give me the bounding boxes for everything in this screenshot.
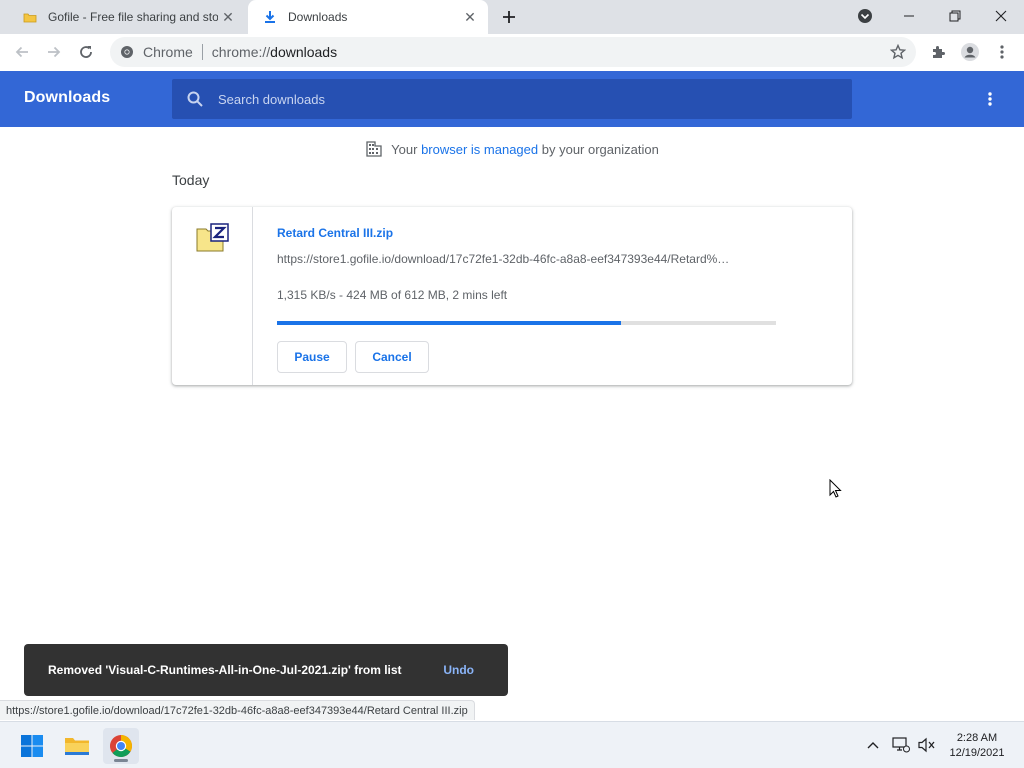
page-title: Downloads xyxy=(24,89,111,106)
address-bar[interactable]: Chrome chrome:// downloads xyxy=(110,37,916,67)
section-label: Today xyxy=(172,172,210,188)
active-app-indicator xyxy=(114,759,128,762)
search-icon xyxy=(187,91,203,107)
tab-title: Gofile - Free file sharing and stor xyxy=(48,10,218,24)
search-placeholder: Search downloads xyxy=(218,91,325,107)
url-scheme: chrome:// xyxy=(211,44,271,60)
network-icon xyxy=(892,737,910,753)
managed-notice: Your browser is managed by your organiza… xyxy=(0,140,1024,158)
volume-button[interactable] xyxy=(916,734,938,756)
chevron-down-circle-icon xyxy=(858,9,872,23)
managed-link[interactable]: browser is managed xyxy=(421,142,538,157)
windows-start-icon xyxy=(21,735,43,757)
close-window-button[interactable] xyxy=(978,0,1024,32)
minimize-button[interactable] xyxy=(886,0,932,32)
vertical-dots-icon xyxy=(988,92,992,106)
building-icon xyxy=(366,141,382,157)
url-host: downloads xyxy=(270,44,338,60)
tab-downloads[interactable]: Downloads ✕ xyxy=(248,0,488,34)
managed-prefix: Your xyxy=(391,141,418,157)
download-status: 1,315 KB/s - 424 MB of 612 MB, 2 mins le… xyxy=(277,288,508,302)
forward-button[interactable] xyxy=(40,38,68,66)
bookmark-button[interactable] xyxy=(884,38,912,66)
restore-icon xyxy=(949,10,961,22)
downloads-header: Downloads Search downloads xyxy=(0,71,1024,127)
chevron-up-icon xyxy=(867,742,879,749)
tab-gofile[interactable]: Gofile - Free file sharing and stor ✕ xyxy=(8,0,246,34)
browser-toolbar: Chrome chrome:// downloads xyxy=(0,34,1024,71)
omnibox-divider xyxy=(201,44,203,60)
mouse-cursor-icon xyxy=(829,479,842,498)
clock-date: 12/19/2021 xyxy=(949,747,1005,759)
close-tab-icon[interactable]: ✕ xyxy=(460,7,480,27)
download-source-url[interactable]: https://store1.gofile.io/download/17c72f… xyxy=(277,252,777,266)
download-icon xyxy=(262,9,278,25)
gofile-folder-icon xyxy=(22,9,38,25)
close-icon xyxy=(995,10,1007,22)
cancel-button[interactable]: Cancel xyxy=(355,341,429,373)
chrome-menu-button[interactable] xyxy=(988,38,1016,66)
avatar-icon xyxy=(961,43,979,61)
omnibox-chip: Chrome xyxy=(143,44,193,60)
clock-time: 2:28 AM xyxy=(956,732,998,744)
undo-button[interactable]: Undo xyxy=(443,663,474,677)
zip-file-icon xyxy=(196,223,229,252)
tab-search-button[interactable] xyxy=(842,0,888,32)
plus-icon xyxy=(503,11,515,23)
back-arrow-icon xyxy=(15,46,28,58)
downloads-menu-button[interactable] xyxy=(978,87,1002,111)
taskbar-clock[interactable]: 2:28 AM 12/19/2021 xyxy=(944,731,1010,761)
chrome-taskbar-button[interactable] xyxy=(103,728,139,764)
forward-arrow-icon xyxy=(48,46,61,58)
chrome-icon xyxy=(110,735,132,757)
new-tab-button[interactable] xyxy=(498,7,520,27)
chrome-page-icon xyxy=(119,44,135,60)
search-downloads-input[interactable]: Search downloads xyxy=(172,79,852,119)
reload-button[interactable] xyxy=(72,38,100,66)
download-filename-link[interactable]: Retard Central III.zip xyxy=(277,226,393,240)
minimize-icon xyxy=(904,15,914,17)
file-icon-column xyxy=(172,207,253,385)
file-explorer-button[interactable] xyxy=(59,728,95,764)
pause-button[interactable]: Pause xyxy=(277,341,347,373)
start-button[interactable] xyxy=(14,728,50,764)
close-tab-icon[interactable]: ✕ xyxy=(218,7,238,27)
taskbar: 2:28 AM 12/19/2021 xyxy=(0,721,1024,768)
tab-strip: Gofile - Free file sharing and stor ✕ Do… xyxy=(0,0,1024,34)
managed-suffix: by your organization xyxy=(541,141,659,157)
download-progress-fill xyxy=(277,321,622,325)
volume-muted-icon xyxy=(918,737,935,753)
file-explorer-icon xyxy=(65,738,89,755)
restore-button[interactable] xyxy=(932,0,978,32)
puzzle-icon xyxy=(933,46,945,58)
show-hidden-icons-button[interactable] xyxy=(862,734,884,756)
download-progress-bar xyxy=(277,321,776,325)
toast-message: Removed 'Visual-C-Runtimes-All-in-One-Ju… xyxy=(48,663,402,677)
network-button[interactable] xyxy=(890,734,912,756)
star-icon xyxy=(890,44,906,60)
link-status-bubble: https://store1.gofile.io/download/17c72f… xyxy=(0,700,475,720)
back-button[interactable] xyxy=(8,38,36,66)
profile-button[interactable] xyxy=(956,38,984,66)
extensions-button[interactable] xyxy=(924,38,952,66)
tab-title: Downloads xyxy=(288,10,348,24)
download-item-card: Retard Central III.zip https://store1.go… xyxy=(172,207,852,385)
vertical-dots-icon xyxy=(1000,45,1004,59)
reload-icon xyxy=(80,46,92,58)
removed-toast: Removed 'Visual-C-Runtimes-All-in-One-Ju… xyxy=(24,644,508,696)
